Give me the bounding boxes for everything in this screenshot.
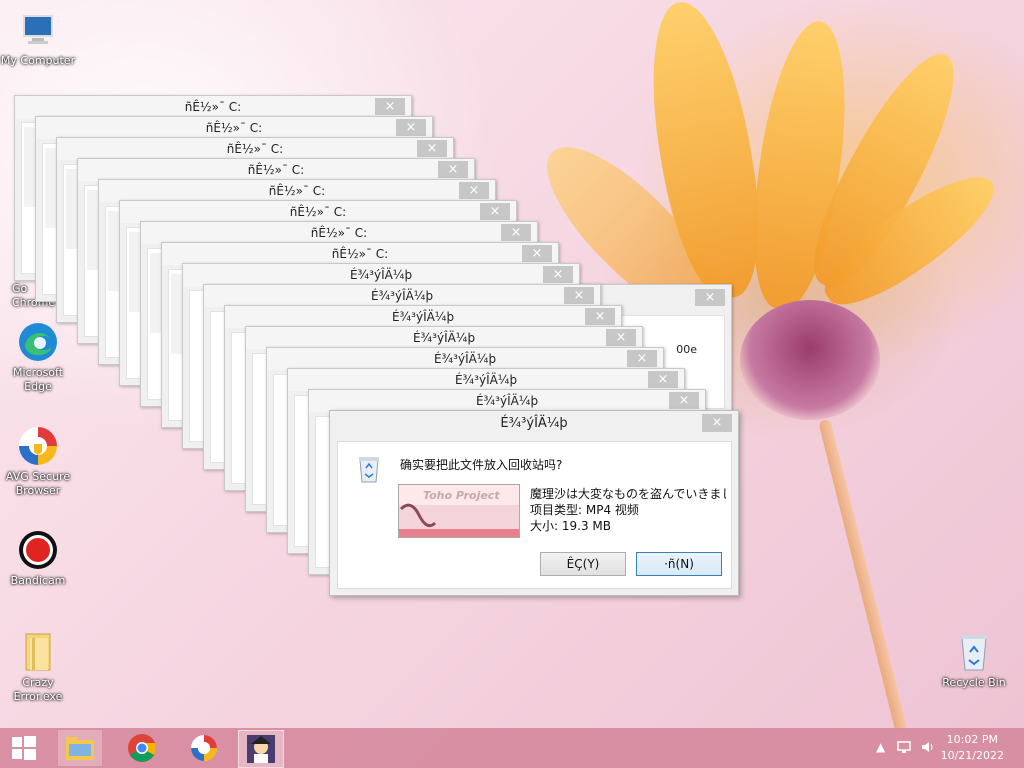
crazy-error-desktop-icon[interactable]: Crazy Error.exe [0,630,76,704]
window-title: É¾³ýÎÄ¼þ [246,327,642,349]
windows-logo-icon [12,736,36,760]
close-button[interactable]: × [459,182,489,199]
no-button[interactable]: ·ñ(N) [636,552,722,576]
desktop-icon-label: Microsoft Edge [12,366,64,393]
video-thumbnail: Toho Project [398,484,520,538]
close-button[interactable]: × [438,161,468,178]
chrome-icon [128,734,156,762]
show-hidden-icons-button[interactable]: ▲ [876,740,885,754]
bandicam-desktop-icon[interactable]: Bandicam [0,528,76,588]
system-clock[interactable]: 10:02 PM 10/21/2022 [941,732,1004,764]
close-button[interactable]: × [669,392,699,409]
window-title: É¾³ýÎÄ¼þ [204,285,600,307]
window-title: É¾³ýÎÄ¼þ [225,306,621,328]
edge-icon [16,320,60,364]
close-button[interactable]: × [702,414,732,432]
file-explorer-taskbar-button[interactable] [58,730,102,766]
window-title: É¾³ýÎÄ¼þ [309,390,705,412]
bandicam-icon [16,528,60,572]
window-title: ñÊ½»¯ C: [120,201,516,223]
avg-secure-browser-desktop-icon[interactable]: AVG Secure Browser [0,424,76,498]
clock-date: 10/21/2022 [940,749,1004,762]
window-title: ñÊ½»¯ C: [36,117,432,139]
computer-icon [16,8,60,52]
window-title: ñÊ½»¯ C: [57,138,453,160]
window-title: ñÊ½»¯ C: [99,180,495,202]
close-button[interactable]: × [543,266,573,283]
folder-icon [16,630,60,674]
start-button[interactable] [2,730,46,766]
file-size: 大小: 19.3 MB [530,519,611,533]
window-title: ñÊ½»¯ C: [15,96,411,118]
close-button[interactable]: × [417,140,447,157]
close-button[interactable]: × [396,119,426,136]
window-title: ñÊ½»¯ C: [162,243,558,265]
error-program-taskbar-button[interactable] [238,730,284,768]
close-button[interactable]: × [375,98,405,115]
dialog-title: É¾³ýÎÄ¼þ [500,416,568,431]
close-button[interactable]: × [501,224,531,241]
volume-icon[interactable] [920,740,936,757]
taskbar: ▲ 10:02 PM 10/21/2022 [0,728,1024,768]
close-button[interactable]: × [606,329,636,346]
file-type: 项目类型: MP4 视频 [530,503,639,517]
window-title: ñÊ½»¯ C: [141,222,537,244]
network-icon[interactable] [896,740,912,757]
yes-button[interactable]: ÊÇ(Y) [540,552,626,576]
peek-text: 00e [676,343,697,356]
close-button[interactable]: × [585,308,615,325]
recycle-bin-icon [952,630,996,674]
avg-browser-icon [16,424,60,468]
close-button[interactable]: × [522,245,552,262]
desktop-icon-label: Bandicam [10,574,66,587]
close-button[interactable]: × [648,371,678,388]
window-title: É¾³ýÎÄ¼þ [288,369,684,391]
recycle-bin-desktop-icon[interactable]: Recycle Bin [936,630,1012,690]
recycle-bin-icon [356,454,382,487]
close-button[interactable]: × [564,287,594,304]
desktop-icon-label: Crazy Error.exe [13,676,63,703]
my-computer-desktop-icon[interactable]: My Computer [0,8,76,68]
anime-character-icon [247,735,275,763]
file-name: 魔理沙は大変なものを盗んでいきました [530,487,726,501]
desktop-icon-label: Recycle Bin [942,676,1006,689]
avg-browser-taskbar-button[interactable] [182,730,226,766]
window-title: ñÊ½»¯ C: [78,159,474,181]
window-title: É¾³ýÎÄ¼þ [183,264,579,286]
close-button[interactable]: × [695,289,725,306]
close-button[interactable]: × [480,203,510,220]
desktop-icon-label: My Computer [0,54,76,67]
desktop-icon-label: AVG Secure Browser [5,470,71,497]
clock-time: 10:02 PM [946,733,998,746]
avg-browser-icon [191,735,217,761]
close-button[interactable]: × [627,350,657,367]
folder-icon [66,737,94,760]
dialog-body: 确实要把此文件放入回收站吗? Toho Project 魔理沙は大変なものを盗ん… [337,441,732,589]
microsoft-edge-desktop-icon[interactable]: Microsoft Edge [0,320,76,394]
chrome-taskbar-button[interactable] [120,730,164,766]
file-info: 魔理沙は大変なものを盗んでいきました 项目类型: MP4 视频 大小: 19.3… [530,486,726,534]
confirm-question: 确实要把此文件放入回收站吗? [400,458,563,472]
window-title: É¾³ýÎÄ¼þ [267,348,663,370]
delete-file-dialog[interactable]: É¾³ýÎÄ¼þ × 确实要把此文件放入回收站吗? Toho Project 魔… [329,410,739,596]
